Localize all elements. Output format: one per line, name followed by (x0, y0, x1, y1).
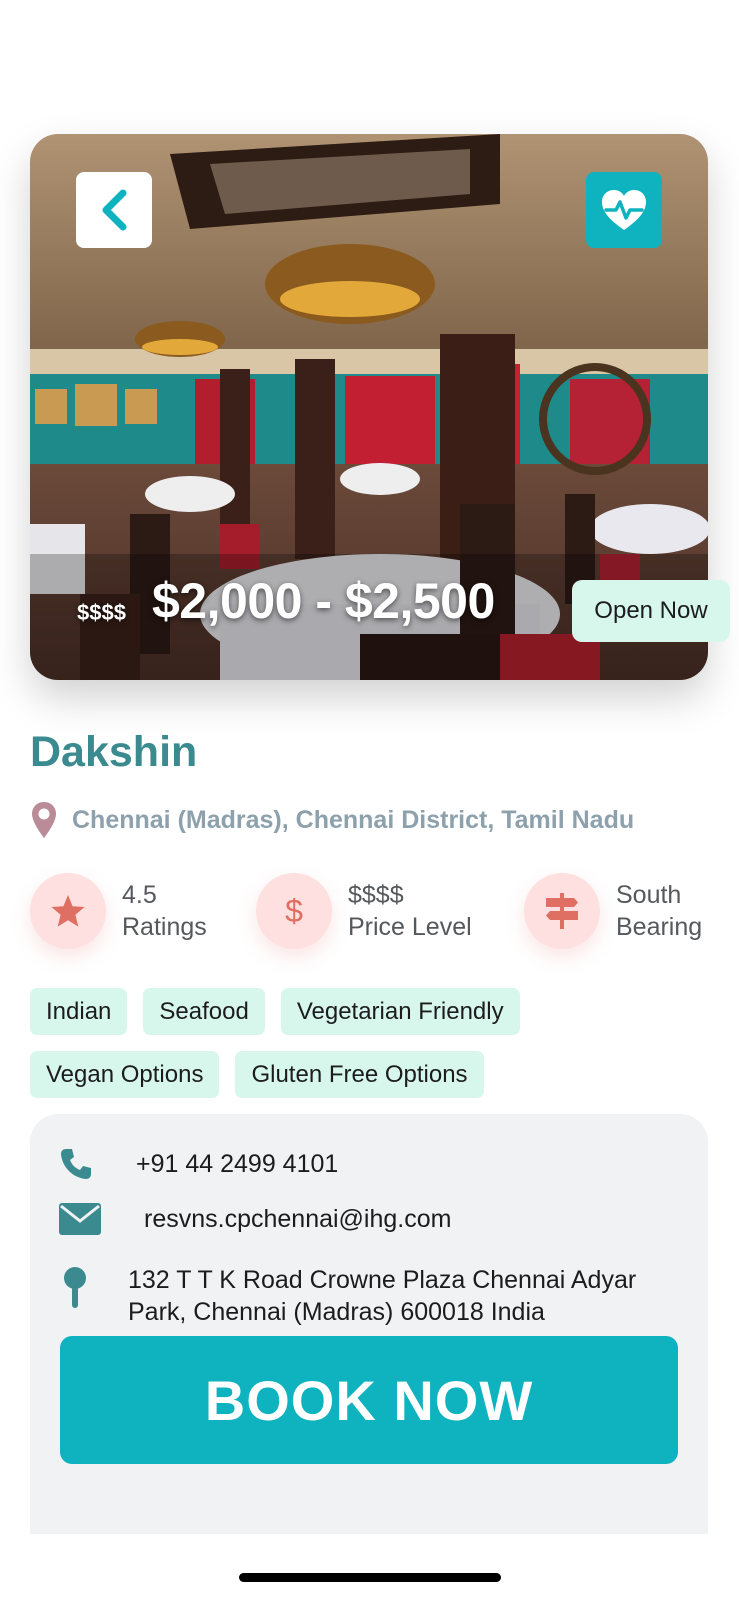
back-button[interactable] (76, 172, 152, 248)
rating-icon-circle (30, 873, 106, 949)
open-status-badge: Open Now (572, 580, 730, 642)
email-address: resvns.cpchennai@ihg.com (144, 1205, 452, 1233)
bearing-icon-circle (524, 873, 600, 949)
restaurant-name: Dakshin (30, 728, 198, 776)
chevron-left-icon (102, 189, 127, 231)
email-row[interactable]: resvns.cpchennai@ihg.com (58, 1202, 451, 1236)
location-row: Chennai (Madras), Chennai District, Tami… (30, 800, 634, 840)
bearing-text: South Bearing (616, 879, 702, 943)
heart-pulse-icon (602, 190, 646, 230)
phone-row[interactable]: +91 44 2499 4101 (58, 1146, 338, 1182)
rating-stat: 4.5 Ratings (30, 873, 207, 949)
cuisine-tags: Indian Seafood Vegetarian Friendly Vegan… (30, 988, 710, 1114)
phone-icon (61, 1149, 91, 1179)
price-icon-circle: $ (256, 873, 332, 949)
star-icon (51, 895, 85, 927)
bearing-stat: South Bearing (524, 873, 702, 949)
map-pin-icon (32, 802, 56, 838)
rating-text: 4.5 Ratings (122, 879, 207, 943)
price-symbol: $$$$ (77, 600, 126, 625)
map-pin-icon (64, 1267, 86, 1308)
address-line-1: 132 T T K Road Crowne Plaza Chennai Adya… (128, 1266, 637, 1294)
price-level-stat: $ $$$$ Price Level (256, 873, 472, 949)
home-indicator[interactable] (239, 1573, 501, 1582)
dollar-icon: $ (285, 893, 303, 929)
address-row[interactable]: 132 T T K Road Crowne Plaza Chennai Adya… (58, 1264, 636, 1328)
signpost-icon (546, 893, 578, 929)
bearing-label: Bearing (616, 913, 703, 941)
envelope-icon (59, 1203, 101, 1235)
contact-card: +91 44 2499 4101 resvns.cpchennai@ihg.co… (30, 1114, 708, 1534)
tag-vegan-options[interactable]: Vegan Options (30, 1051, 220, 1098)
tag-vegetarian-friendly[interactable]: Vegetarian Friendly (280, 988, 520, 1035)
tag-seafood[interactable]: Seafood (143, 988, 265, 1035)
svg-text:$: $ (285, 893, 303, 929)
rating-value: 4.5 (122, 881, 157, 909)
favorite-button[interactable] (586, 172, 662, 248)
price-range: $2,000 - $2,500 (152, 573, 495, 629)
price-level-value: $$$$ (348, 881, 404, 909)
phone-number: +91 44 2499 4101 (136, 1150, 339, 1178)
tag-indian[interactable]: Indian (30, 988, 128, 1035)
address-line-2: Park, Chennai (Madras) 600018 India (128, 1298, 545, 1326)
address-text: 132 T T K Road Crowne Plaza Chennai Adya… (128, 1264, 636, 1328)
price-level-label: Price Level (348, 913, 472, 941)
restaurant-detail-screen: $$$$ $2,000 - $2,500 Open Now Dakshin Ch… (0, 0, 739, 1600)
tag-gluten-free-options[interactable]: Gluten Free Options (235, 1051, 484, 1098)
rating-label: Ratings (122, 913, 207, 941)
book-now-button[interactable]: BOOK NOW (60, 1336, 678, 1464)
bearing-value: South (616, 881, 682, 909)
price-level-text: $$$$ Price Level (348, 879, 472, 943)
location-text: Chennai (Madras), Chennai District, Tami… (72, 805, 635, 834)
